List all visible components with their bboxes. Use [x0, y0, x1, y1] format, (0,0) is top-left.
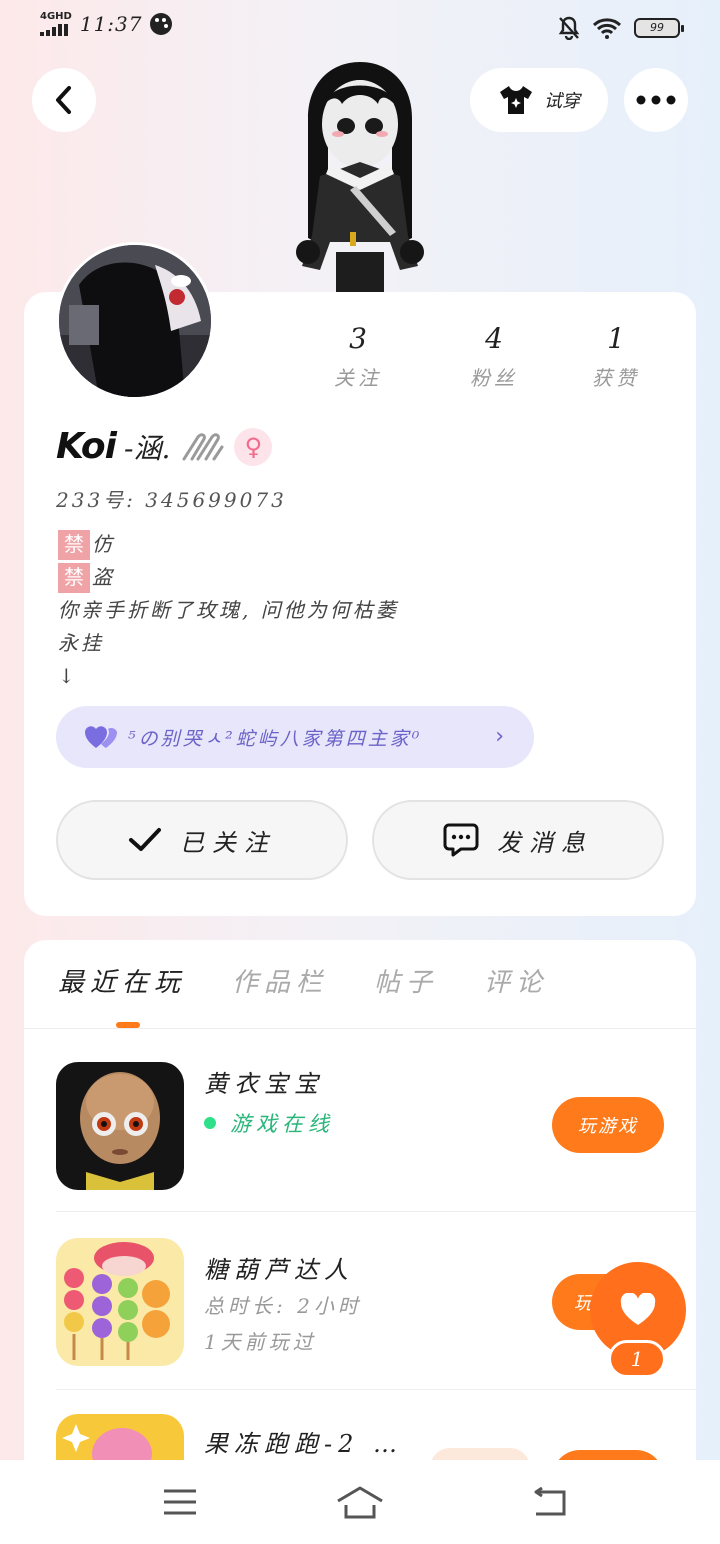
- home-icon: [337, 1486, 383, 1519]
- more-button[interactable]: [624, 68, 688, 132]
- likes-stat[interactable]: 1 获赞: [562, 322, 670, 391]
- followed-button[interactable]: 已关注: [56, 800, 348, 880]
- send-message-label: 发消息: [497, 828, 593, 857]
- female-gender-icon: ♀: [234, 427, 273, 466]
- row-divider: [56, 1211, 696, 1212]
- heart-icon: [620, 1293, 656, 1325]
- clock: 11:37: [79, 12, 143, 36]
- followers-stat[interactable]: 4 粉丝: [426, 322, 562, 391]
- likes-label: 获赞: [592, 366, 640, 390]
- stats-row: 3 关注 4 粉丝 1 获赞: [290, 322, 670, 391]
- bio-line: 禁 盗: [58, 561, 399, 594]
- chevron-left-icon: [56, 86, 71, 114]
- back-arrow-icon: [534, 1486, 566, 1516]
- tab-works[interactable]: 作品栏: [232, 962, 328, 999]
- following-stat[interactable]: 3 关注: [290, 322, 426, 391]
- avatar-image: [59, 245, 211, 397]
- tab-divider: [24, 1028, 696, 1029]
- bio: 禁 仿 禁 盗 你亲手折断了玫瑰, 问他为何枯萎 永挂 ↓: [58, 528, 399, 693]
- try-on-button[interactable]: 试穿: [470, 68, 608, 132]
- list-item[interactable]: 黄衣宝宝 游戏在线 玩游戏: [56, 1036, 696, 1212]
- signal-icon: 4GHD: [40, 12, 72, 36]
- baby-face-image: [56, 1062, 184, 1190]
- menu-icon: [164, 1489, 196, 1515]
- candied-fruit-image: [56, 1238, 184, 1366]
- like-count-badge: 1: [608, 1340, 666, 1378]
- bio-text: 盗: [92, 565, 115, 589]
- check-icon: [129, 828, 161, 851]
- online-status: 游戏在线: [204, 1108, 334, 1138]
- username: Koi: [56, 426, 117, 467]
- username-suffix: -涵.: [124, 431, 171, 465]
- username-row: Koi -涵. ♀: [56, 426, 273, 467]
- game-title: 糖葫芦达人: [204, 1256, 354, 1284]
- row-divider: [56, 1389, 696, 1390]
- game-title: 黄衣宝宝: [204, 1070, 324, 1098]
- bio-line: 禁 仿: [58, 528, 399, 561]
- palette-icon: [150, 13, 173, 35]
- likes-count: 1: [607, 322, 625, 355]
- avatar-character-image[interactable]: [280, 56, 440, 292]
- back-button[interactable]: [32, 68, 96, 132]
- bio-text: ↓: [58, 664, 78, 688]
- play-game-button[interactable]: 玩游戏: [552, 1097, 664, 1153]
- home-nav-button[interactable]: [336, 1482, 384, 1522]
- avatar[interactable]: [56, 242, 214, 400]
- menu-nav-button[interactable]: [156, 1482, 204, 1522]
- mute-bell-icon: [558, 16, 580, 40]
- last-played: 1天前玩过: [204, 1330, 317, 1354]
- back-nav-button[interactable]: [524, 1482, 572, 1522]
- system-navigation-bar: [0, 1460, 720, 1544]
- network-type: 4GHD: [40, 11, 72, 22]
- status-bar: 4GHD 11:37 99: [0, 0, 720, 56]
- followers-label: 粉丝: [470, 366, 518, 390]
- following-count: 3: [349, 322, 367, 355]
- more-dots-icon: [636, 95, 676, 105]
- tshirt-icon: [500, 86, 532, 114]
- followed-label: 已关注: [180, 828, 276, 857]
- tab-comments[interactable]: 评论: [484, 962, 548, 999]
- tab-recently-played[interactable]: 最近在玩: [58, 962, 186, 999]
- online-dot-icon: [204, 1117, 216, 1129]
- content-tabs: 最近在玩 作品栏 帖子 评论: [58, 962, 548, 999]
- user-id: 233号: 345699073: [56, 488, 287, 512]
- ban-emoji-icon: 禁: [58, 562, 90, 593]
- ban-emoji-icon: 禁: [58, 529, 90, 560]
- send-message-button[interactable]: 发消息: [372, 800, 664, 880]
- game-title: 果冻跑跑-2 …: [204, 1430, 404, 1458]
- following-label: 关注: [334, 366, 382, 390]
- bio-text: 你亲手折断了玫瑰, 问他为何枯萎: [58, 598, 399, 622]
- followers-count: 4: [485, 322, 503, 355]
- double-heart-icon: [85, 726, 117, 748]
- chat-bubble-icon: [443, 823, 479, 857]
- bio-text: 永挂: [58, 631, 104, 655]
- battery-icon: 99: [634, 18, 684, 38]
- wifi-icon: [592, 18, 622, 39]
- paperclip-icon: [182, 432, 224, 460]
- family-tag-label: ⁵の别哭ㅅ²蛇屿八家第四主家⁰: [128, 727, 423, 750]
- online-status-label: 游戏在线: [230, 1112, 334, 1136]
- family-tag[interactable]: ⁵の别哭ㅅ²蛇屿八家第四主家⁰ ›: [56, 706, 534, 768]
- game-icon[interactable]: [56, 1062, 184, 1190]
- play-duration: 总时长: 2小时: [204, 1294, 362, 1318]
- chevron-right-icon: ›: [495, 724, 504, 749]
- tab-posts[interactable]: 帖子: [374, 962, 438, 999]
- try-on-label: 试穿: [544, 91, 580, 112]
- bio-text: 仿: [92, 532, 115, 556]
- game-icon[interactable]: [56, 1238, 184, 1366]
